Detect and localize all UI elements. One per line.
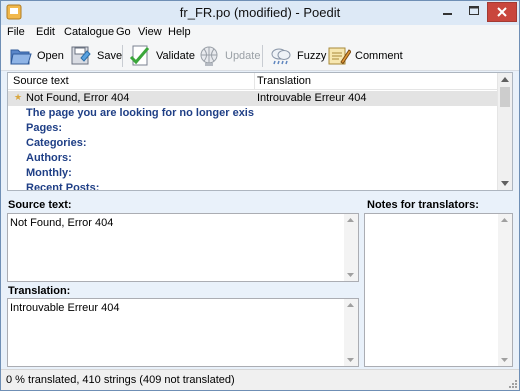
scroll-up-arrow-icon[interactable] xyxy=(501,218,508,222)
update-globe-icon xyxy=(200,46,218,66)
list-row[interactable]: Monthly: xyxy=(8,166,498,181)
open-button[interactable]: Open xyxy=(9,43,64,69)
update-button[interactable]: Update xyxy=(197,43,260,69)
row-translation: Introuvable Erreur 404 xyxy=(257,92,367,104)
star-icon: ★ xyxy=(14,92,23,102)
status-bar: 0 % translated, 410 strings (409 not tra… xyxy=(1,369,519,390)
list-scrollbar[interactable] xyxy=(497,73,512,190)
toolbar-separator xyxy=(262,45,263,67)
row-source: Monthly: xyxy=(26,167,72,179)
save-label: Save xyxy=(97,50,123,62)
source-text-value: Not Found, Error 404 xyxy=(10,217,114,229)
scroll-down-arrow-icon[interactable] xyxy=(347,273,354,277)
notes-scrollbar[interactable] xyxy=(498,214,512,366)
menu-go[interactable]: Go xyxy=(116,26,131,38)
resize-grip-icon[interactable] xyxy=(507,378,517,388)
menu-view[interactable]: View xyxy=(138,26,162,38)
source-text-box[interactable]: Not Found, Error 404 xyxy=(7,213,359,282)
notes-label: Notes for translators: xyxy=(367,199,479,211)
fuzzy-button[interactable]: Fuzzy xyxy=(269,43,326,69)
scroll-down-arrow-icon[interactable] xyxy=(501,358,508,362)
source-text-scrollbar[interactable] xyxy=(344,214,358,281)
close-button[interactable] xyxy=(487,2,517,22)
translation-text-value: Introuvable Erreur 404 xyxy=(10,302,120,314)
app-window: fr_FR.po (modified) - Poedit File Edit C… xyxy=(0,0,520,391)
validate-check-icon xyxy=(129,45,150,66)
row-source: Pages: xyxy=(26,122,63,134)
column-divider[interactable] xyxy=(254,73,255,90)
column-header-source[interactable]: Source text xyxy=(13,75,69,87)
menu-help[interactable]: Help xyxy=(168,26,191,38)
toolbar-separator xyxy=(122,45,123,67)
scroll-thumb[interactable] xyxy=(500,87,510,107)
fuzzy-cloud-icon xyxy=(271,48,291,65)
menu-edit[interactable]: Edit xyxy=(36,26,55,38)
list-row[interactable]: The page you are looking for no longer e… xyxy=(8,106,498,121)
comment-pen-icon xyxy=(328,47,351,65)
list-row[interactable]: Authors: xyxy=(8,151,498,166)
menu-bar: File Edit Catalogue Go View Help xyxy=(1,25,519,41)
translation-scrollbar[interactable] xyxy=(344,299,358,366)
list-row[interactable]: Pages: xyxy=(8,121,498,136)
comment-button[interactable]: Comment xyxy=(327,43,403,69)
row-source: Categories: xyxy=(26,137,87,149)
open-label: Open xyxy=(37,50,64,62)
comment-label: Comment xyxy=(355,50,403,62)
source-text-label: Source text: xyxy=(8,199,72,211)
title-bar: fr_FR.po (modified) - Poedit xyxy=(1,1,519,25)
toolbar: Open Save Validate Update Fuzzy Comment xyxy=(1,41,519,71)
validate-label: Validate xyxy=(156,50,195,62)
folder-open-icon xyxy=(10,49,32,65)
row-source: Recent Posts: xyxy=(26,182,100,191)
list-row[interactable]: ★ Not Found, Error 404 Introuvable Erreu… xyxy=(8,91,498,106)
save-icon xyxy=(71,46,91,65)
status-text: 0 % translated, 410 strings (409 not tra… xyxy=(6,374,235,386)
minimize-icon xyxy=(442,13,452,15)
maximize-icon xyxy=(469,6,479,15)
list-row[interactable]: Categories: xyxy=(8,136,498,151)
scroll-up-arrow-icon[interactable] xyxy=(347,218,354,222)
close-icon xyxy=(497,7,507,17)
row-source: Authors: xyxy=(26,152,72,164)
row-source: Not Found, Error 404 xyxy=(26,92,130,104)
list-row[interactable]: Recent Posts: xyxy=(8,181,498,191)
row-source: The page you are looking for no longer e… xyxy=(26,107,254,119)
scroll-down-arrow-icon[interactable] xyxy=(347,358,354,362)
maximize-button[interactable] xyxy=(461,2,487,22)
scroll-up-arrow-icon[interactable] xyxy=(347,303,354,307)
translation-label: Translation: xyxy=(8,285,71,297)
update-label: Update xyxy=(225,50,261,62)
scroll-down-arrow-icon[interactable] xyxy=(501,181,509,186)
menu-file[interactable]: File xyxy=(7,26,25,38)
list-header: Source text Translation xyxy=(8,73,498,90)
strings-list: Source text Translation ★ Not Found, Err… xyxy=(7,72,513,191)
validate-button[interactable]: Validate xyxy=(128,43,195,69)
save-button[interactable]: Save xyxy=(69,43,122,69)
fuzzy-label: Fuzzy xyxy=(297,50,327,62)
scroll-up-arrow-icon[interactable] xyxy=(501,77,509,82)
notes-text-box[interactable] xyxy=(364,213,513,367)
column-header-translation[interactable]: Translation xyxy=(257,75,311,87)
minimize-button[interactable] xyxy=(434,2,461,22)
menu-catalogue[interactable]: Catalogue xyxy=(64,26,114,38)
translation-text-box[interactable]: Introuvable Erreur 404 xyxy=(7,298,359,367)
